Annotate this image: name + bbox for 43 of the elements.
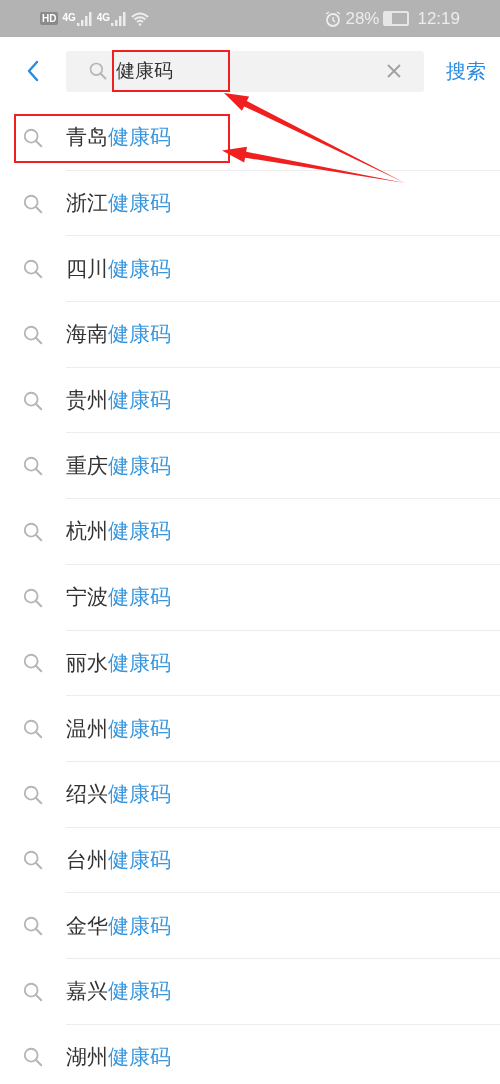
search-icon bbox=[22, 849, 44, 872]
suggestion-text[interactable]: 杭州健康码 bbox=[66, 499, 500, 565]
battery-icon bbox=[383, 11, 410, 26]
suggestion-text[interactable]: 重庆健康码 bbox=[66, 433, 500, 500]
suggestion-text[interactable]: 贵州健康码 bbox=[66, 367, 500, 434]
alarm-icon bbox=[325, 10, 342, 27]
search-icon bbox=[22, 192, 44, 215]
search-icon bbox=[22, 1046, 44, 1069]
search-button[interactable]: 搜索 bbox=[446, 57, 486, 85]
search-icon bbox=[22, 718, 44, 741]
suggestion-text[interactable]: 金华健康码 bbox=[66, 893, 500, 959]
suggestion-text[interactable]: 丽水健康码 bbox=[66, 630, 500, 697]
suggestion-text[interactable]: 四川健康码 bbox=[66, 236, 500, 303]
search-icon bbox=[22, 258, 44, 281]
battery-percentage: 28% bbox=[345, 8, 380, 29]
hd-badge: HD bbox=[40, 12, 59, 25]
search-icon bbox=[22, 586, 44, 609]
search-icon bbox=[22, 455, 44, 478]
clock-time: 12:19 bbox=[417, 8, 460, 29]
network-type: 4G bbox=[62, 11, 76, 23]
search-icon bbox=[22, 126, 44, 149]
search-icon bbox=[88, 61, 108, 81]
search-icon bbox=[22, 323, 44, 346]
search-icon bbox=[22, 520, 44, 543]
suggestion-text[interactable]: 绍兴健康码 bbox=[66, 761, 500, 828]
search-icon bbox=[22, 652, 44, 675]
search-icon bbox=[22, 389, 44, 412]
suggestion-text[interactable]: 宁波健康码 bbox=[66, 564, 500, 631]
suggestion-text[interactable]: 台州健康码 bbox=[66, 827, 500, 894]
suggestion-text[interactable]: 嘉兴健康码 bbox=[66, 958, 500, 1025]
suggestion-text[interactable]: 温州健康码 bbox=[66, 696, 500, 762]
search-icon bbox=[22, 783, 44, 806]
search-query: 健康码 bbox=[116, 58, 174, 83]
search-icon bbox=[22, 915, 44, 938]
close-icon[interactable] bbox=[386, 63, 402, 79]
signal-icon bbox=[76, 11, 93, 26]
suggestion-text[interactable]: 湖州健康码 bbox=[66, 1024, 500, 1084]
search-field[interactable]: 健康码 bbox=[66, 50, 424, 92]
signal-icon bbox=[111, 11, 128, 26]
wifi-icon bbox=[131, 11, 150, 26]
network-type: 4G bbox=[96, 11, 111, 23]
suggestion-text[interactable]: 海南健康码 bbox=[66, 302, 500, 368]
search-icon bbox=[22, 980, 44, 1003]
